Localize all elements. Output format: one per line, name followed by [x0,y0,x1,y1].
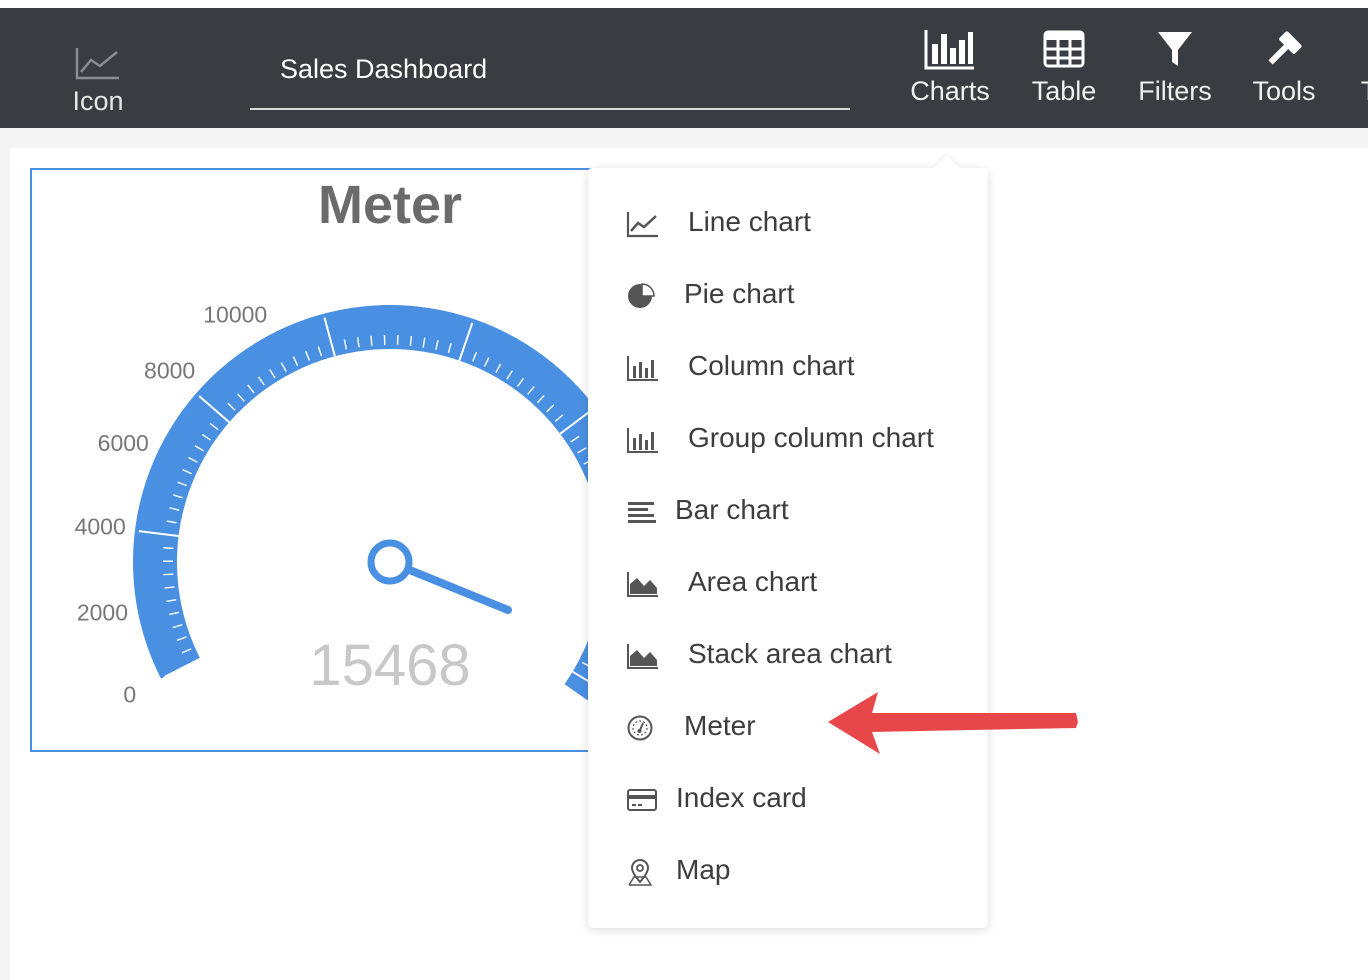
menu-item-label: Map [676,854,731,885]
gauge-scale-label: 8000 [144,357,195,383]
menu-item-label: Column chart [688,350,855,381]
menu-item-area-chart[interactable]: Area chart [588,548,988,620]
meter-gauge: Meter 0 2000 4000 6000 8000 10000 15468 [75,175,612,710]
line-chart-icon [626,212,658,238]
funnel-icon [1158,32,1192,66]
menu-item-label: Group column chart [688,422,934,453]
stack-area-chart-icon [627,644,658,669]
map-pin-icon [628,859,653,886]
charts-button-label: Charts [910,76,990,106]
menu-item-label: Stack area chart [688,638,892,669]
menu-item-bar-chart[interactable]: Bar chart [588,476,988,548]
charts-button[interactable]: Charts [908,28,992,107]
gauge-scale-label: 4000 [75,513,126,539]
filters-button-label: Filters [1138,76,1212,106]
menu-item-map[interactable]: Map [588,836,988,908]
menu-item-label: Line chart [688,206,811,237]
chart-type-dropdown: Line chart Pie chart Column chart Group … [588,155,988,928]
bar-chart-icon [628,502,656,523]
menu-item-label: Meter [684,710,756,741]
menu-item-group-column-chart[interactable]: Group column chart [588,404,988,476]
overflow-button-label: T [1354,76,1368,107]
meter-icon [627,715,653,741]
menu-item-label: Bar chart [675,494,789,525]
pie-chart-icon [628,283,655,308]
table-grid-icon [1043,30,1085,68]
toolbar: Icon Sales Dashboard Charts Table Filter… [0,8,1368,128]
filters-button[interactable]: Filters [1134,28,1216,107]
gauge-scale-label: 10000 [203,301,267,327]
chart-icon-button[interactable]: Icon [60,46,136,117]
annotation-arrow [828,692,1078,754]
gauge-minor-tick [409,335,413,347]
menu-item-column-chart[interactable]: Column chart [588,332,988,404]
overflow-button[interactable]: T [1354,28,1368,107]
menu-item-label: Area chart [688,566,818,597]
table-button-label: Table [1031,76,1097,106]
arrow-head [828,692,1078,754]
menu-item-line-chart[interactable]: Line chart [588,188,988,260]
gauge-minor-tick [163,573,174,576]
group-column-chart-icon [627,428,658,453]
gauge-scale-label: 0 [123,682,136,708]
dashboard-title-input[interactable]: Sales Dashboard [280,54,487,85]
tools-button-label: Tools [1252,76,1316,106]
meter-title: Meter [318,175,462,235]
area-chart-icon [627,572,658,597]
line-chart-icon [75,48,119,80]
hammer-icon [1268,31,1302,65]
tools-button[interactable]: Tools [1248,28,1320,107]
bar-chart-icon [924,30,974,70]
icon-button-label: Icon [72,86,124,116]
gauge-minor-tick [370,335,373,346]
gauge-needle-hub [367,539,413,585]
gauge-scale-label: 2000 [77,600,128,626]
dashboard-title-field[interactable]: Sales Dashboard [250,48,850,110]
gauge-scale-label: 6000 [98,430,149,456]
index-card-icon [627,789,657,811]
top-strip [0,0,1368,8]
menu-item-pie-chart[interactable]: Pie chart [588,260,988,332]
column-chart-icon [627,356,658,381]
gauge-minor-tick [163,547,174,550]
meter-widget[interactable]: Meter 0 2000 4000 6000 8000 10000 15468 [30,168,614,752]
menu-item-index-card[interactable]: Index card [588,764,988,836]
meter-value: 15468 [309,633,470,698]
menu-item-label: Index card [676,782,807,813]
menu-item-label: Pie chart [684,278,795,309]
table-button[interactable]: Table [1026,28,1102,107]
